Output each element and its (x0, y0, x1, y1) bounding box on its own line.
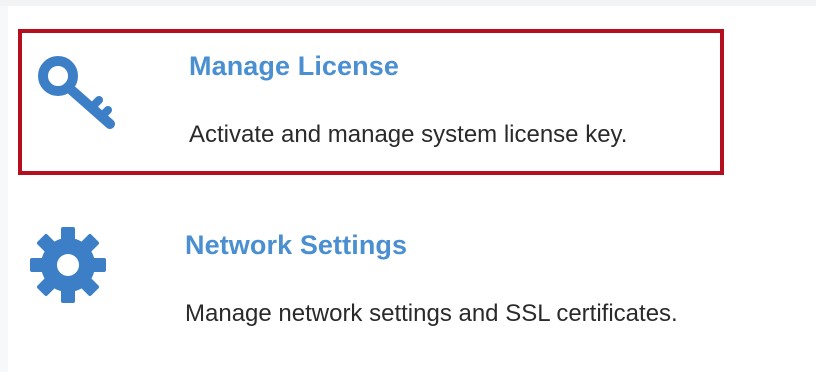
manage-license-link[interactable]: Manage License (189, 50, 399, 82)
network-settings-description: Manage network settings and SSL certific… (185, 300, 678, 327)
key-icon (30, 44, 120, 134)
network-settings-link[interactable]: Network Settings (185, 229, 407, 261)
gear-icon (30, 224, 120, 314)
manage-license-description: Activate and manage system license key. (189, 121, 628, 148)
manage-license-item[interactable]: Manage License Activate and manage syste… (18, 29, 724, 175)
settings-list: Manage License Activate and manage syste… (0, 0, 816, 372)
network-settings-item[interactable]: Network Settings Manage network settings… (18, 208, 724, 340)
